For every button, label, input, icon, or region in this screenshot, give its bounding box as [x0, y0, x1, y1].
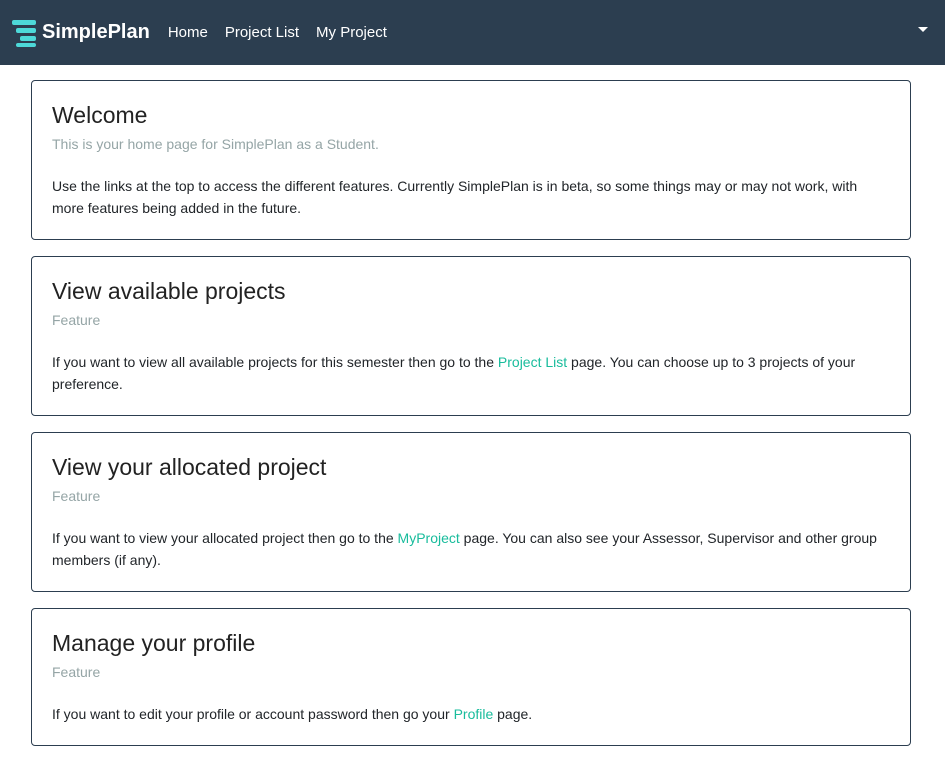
card-manage-profile: Manage your profile Feature If you want … — [31, 608, 911, 746]
card-text-before: If you want to view your allocated proje… — [52, 530, 398, 546]
card-text-before: Use the links at the top to access the d… — [52, 178, 858, 216]
profile-link[interactable]: Profile — [454, 706, 494, 722]
card-title: View your allocated project — [52, 454, 327, 480]
card-text: If you want to edit your profile or acco… — [52, 703, 890, 725]
card-subtitle: Feature — [52, 312, 101, 328]
card-subtitle: Feature — [52, 664, 101, 680]
card-view-available-projects: View available projects Feature If you w… — [31, 256, 911, 416]
project-list-link[interactable]: Project List — [498, 354, 567, 370]
main-content: Welcome This is your home page for Simpl… — [0, 65, 945, 746]
card-view-allocated-project: View your allocated project Feature If y… — [31, 432, 911, 592]
card-subtitle: Feature — [52, 488, 101, 504]
card-title: Welcome — [52, 102, 148, 128]
card-title: Manage your profile — [52, 630, 256, 656]
nav-home[interactable]: Home — [168, 24, 208, 41]
top-navbar: SimplePlan Home Project List My Project — [0, 0, 945, 65]
card-text-before: If you want to view all available projec… — [52, 354, 498, 370]
card-welcome: Welcome This is your home page for Simpl… — [31, 80, 911, 240]
brand-name: SimplePlan — [42, 21, 150, 43]
nav-project-list[interactable]: Project List — [225, 24, 299, 41]
card-subtitle: This is your home page for SimplePlan as… — [52, 136, 379, 152]
card-text-after: page. — [493, 706, 533, 722]
card-text: If you want to view all available projec… — [52, 351, 890, 395]
brand-link[interactable]: SimplePlan — [12, 18, 150, 48]
simpleplan-logo-icon — [12, 19, 36, 47]
my-project-link[interactable]: MyProject — [398, 530, 460, 546]
card-text: If you want to view your allocated proje… — [52, 527, 890, 571]
nav-my-project[interactable]: My Project — [316, 24, 387, 41]
nav-links: Home Project List My Project — [168, 24, 404, 41]
card-title: View available projects — [52, 278, 286, 304]
user-dropdown-caret-icon[interactable] — [918, 27, 928, 32]
card-text-before: If you want to edit your profile or acco… — [52, 706, 454, 722]
card-text: Use the links at the top to access the d… — [52, 175, 890, 219]
